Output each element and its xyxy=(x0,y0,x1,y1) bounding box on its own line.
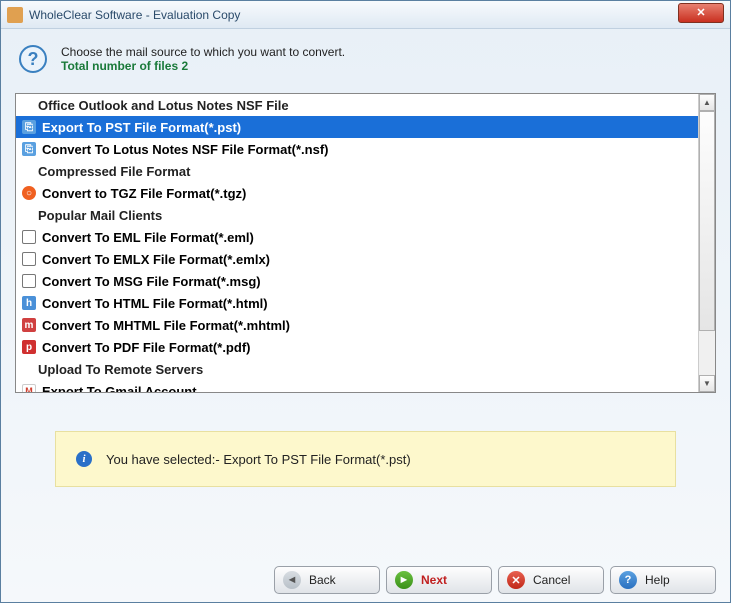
group-header-compressed: Compressed File Format xyxy=(16,160,698,182)
scrollbar[interactable]: ▲ ▼ xyxy=(698,94,715,392)
header-text: Choose the mail source to which you want… xyxy=(61,45,345,73)
next-arrow-icon: ► xyxy=(395,571,413,589)
back-button[interactable]: ◄Back xyxy=(274,566,380,594)
help-button[interactable]: ?Help xyxy=(610,566,716,594)
item-pdf[interactable]: pConvert To PDF File Format(*.pdf) xyxy=(16,336,698,358)
header-prompt: Choose the mail source to which you want… xyxy=(61,45,345,59)
html-icon: h xyxy=(22,296,36,310)
item-nsf[interactable]: ⎘Convert To Lotus Notes NSF File Format(… xyxy=(16,138,698,160)
app-window: WholeClear Software - Evaluation Copy ✕ … xyxy=(0,0,731,603)
scroll-thumb[interactable] xyxy=(699,111,715,331)
info-icon: i xyxy=(76,451,92,467)
scroll-up-button[interactable]: ▲ xyxy=(699,94,715,111)
pdf-icon: p xyxy=(22,340,36,354)
content-area: ? Choose the mail source to which you wa… xyxy=(1,29,730,602)
gmail-icon: M xyxy=(22,384,36,392)
help-small-icon: ? xyxy=(619,571,637,589)
scroll-track[interactable] xyxy=(699,111,715,375)
msg-icon xyxy=(22,274,36,288)
item-tgz[interactable]: ○Convert to TGZ File Format(*.tgz) xyxy=(16,182,698,204)
item-eml[interactable]: Convert To EML File Format(*.eml) xyxy=(16,226,698,248)
button-bar: ◄Back ►Next ✕Cancel ?Help xyxy=(274,566,716,594)
titlebar[interactable]: WholeClear Software - Evaluation Copy ✕ xyxy=(1,1,730,29)
emlx-icon xyxy=(22,252,36,266)
item-pst[interactable]: ⎘Export To PST File Format(*.pst) xyxy=(16,116,698,138)
pst-icon: ⎘ xyxy=(22,120,36,134)
item-emlx[interactable]: Convert To EMLX File Format(*.emlx) xyxy=(16,248,698,270)
item-mhtml[interactable]: mConvert To MHTML File Format(*.mhtml) xyxy=(16,314,698,336)
app-icon xyxy=(7,7,23,23)
group-header-office: Office Outlook and Lotus Notes NSF File xyxy=(16,94,698,116)
nsf-icon: ⎘ xyxy=(22,142,36,156)
help-icon: ? xyxy=(19,45,47,73)
item-msg[interactable]: Convert To MSG File Format(*.msg) xyxy=(16,270,698,292)
group-header-popular: Popular Mail Clients xyxy=(16,204,698,226)
next-button[interactable]: ►Next xyxy=(386,566,492,594)
format-list-inner: Office Outlook and Lotus Notes NSF File … xyxy=(16,94,698,392)
cancel-button[interactable]: ✕Cancel xyxy=(498,566,604,594)
group-header-upload: Upload To Remote Servers xyxy=(16,358,698,380)
format-list: Office Outlook and Lotus Notes NSF File … xyxy=(15,93,716,393)
file-count-label: Total number of files 2 xyxy=(61,59,345,73)
mhtml-icon: m xyxy=(22,318,36,332)
eml-icon xyxy=(22,230,36,244)
item-html[interactable]: hConvert To HTML File Format(*.html) xyxy=(16,292,698,314)
cancel-icon: ✕ xyxy=(507,571,525,589)
header: ? Choose the mail source to which you wa… xyxy=(15,39,716,83)
tgz-icon: ○ xyxy=(22,186,36,200)
close-button[interactable]: ✕ xyxy=(678,3,724,23)
status-text: You have selected:- Export To PST File F… xyxy=(106,452,411,467)
status-box: i You have selected:- Export To PST File… xyxy=(55,431,676,487)
back-arrow-icon: ◄ xyxy=(283,571,301,589)
scroll-down-button[interactable]: ▼ xyxy=(699,375,715,392)
window-title: WholeClear Software - Evaluation Copy xyxy=(29,8,678,22)
item-gmail[interactable]: MExport To Gmail Account xyxy=(16,380,698,392)
